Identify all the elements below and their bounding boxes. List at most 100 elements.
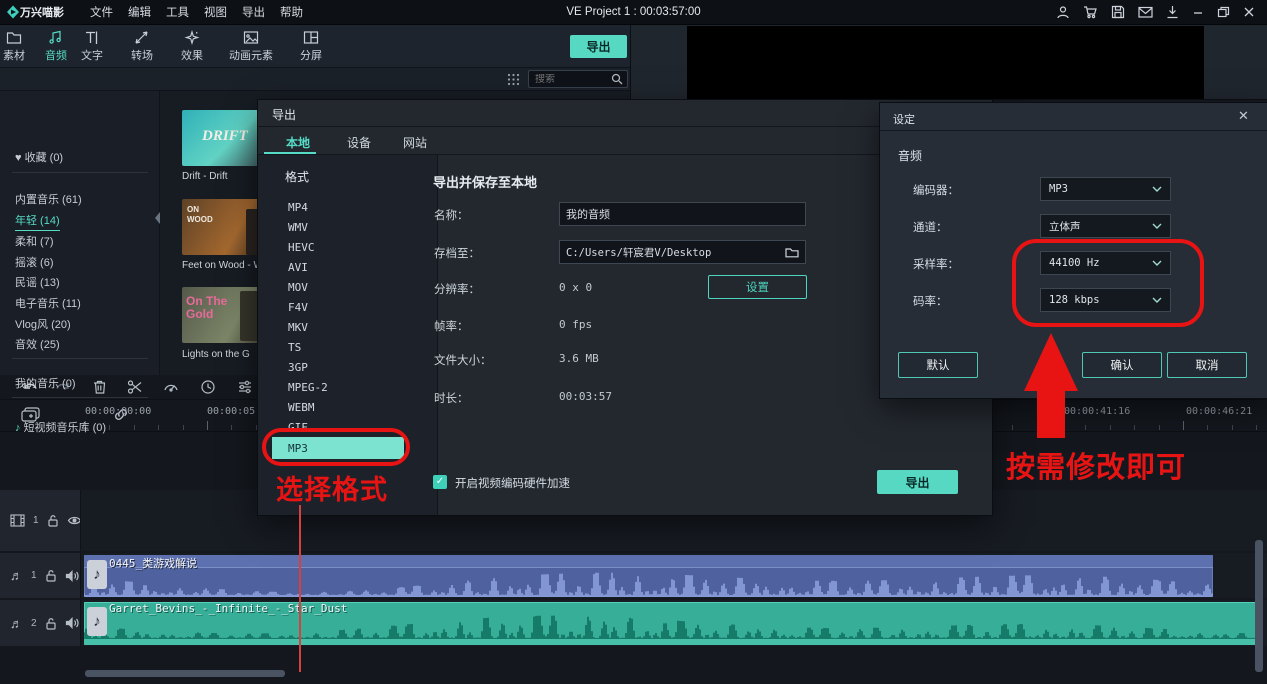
menu-help[interactable]: 帮助 <box>280 4 303 20</box>
sidebar-item-label: 摇滚 (6) <box>15 257 54 269</box>
menu-file[interactable]: 文件 <box>90 4 113 20</box>
lock-icon[interactable] <box>45 569 57 582</box>
speaker-icon[interactable] <box>65 617 79 629</box>
grid-view-icon[interactable] <box>507 73 520 86</box>
format-item[interactable]: MPEG-2 <box>288 381 328 394</box>
speaker-icon[interactable] <box>65 570 79 582</box>
audio-track1-lane[interactable]: ♪ 0445_类游戏解说 <box>80 553 1267 598</box>
track-index: 1 <box>33 515 39 526</box>
split-scissors-icon[interactable] <box>127 379 143 395</box>
project-title: VE Project 1 : 00:03:57:00 <box>566 6 700 18</box>
audio-badge-icon: ♪ <box>87 607 107 636</box>
clip-header-strip <box>84 555 1213 568</box>
tab-transition[interactable]: 转场 <box>114 30 170 63</box>
sidebar-item-builtin-music[interactable]: 内置音乐 (61) <box>15 191 82 207</box>
art-text: ON WOOD <box>187 205 217 224</box>
format-item[interactable]: MKV <box>288 321 308 334</box>
delete-icon[interactable] <box>92 379 107 395</box>
collapse-panel-icon[interactable] <box>155 212 160 224</box>
audio-clip-voiceover[interactable]: ♪ 0445_类游戏解说 <box>84 555 1213 597</box>
cancel-button[interactable]: 取消 <box>1167 352 1247 378</box>
format-item[interactable]: WMV <box>288 221 308 234</box>
split-screen-icon <box>303 30 319 45</box>
sidebar-item-favorites[interactable]: ♥ 收藏 (0) <box>15 149 63 165</box>
restore-icon[interactable] <box>1217 6 1230 18</box>
menu-tools[interactable]: 工具 <box>166 4 189 20</box>
lock-icon[interactable] <box>45 617 57 630</box>
sidebar-item-rock[interactable]: 摇滚 (6) <box>15 254 54 270</box>
sidebar-item-soft[interactable]: 柔和 (7) <box>15 233 54 249</box>
tab-device[interactable]: 设备 <box>347 134 371 151</box>
audio-clip-music[interactable]: ♪ Garret_Bevins_-_Infinite_-_Star_Dust <box>84 602 1256 645</box>
sidebar-item-my-music[interactable]: 我的音乐 (0) <box>15 375 76 391</box>
format-item[interactable]: HEVC <box>288 241 315 254</box>
vertical-scrollbar[interactable] <box>1255 540 1263 672</box>
confirm-button[interactable]: 确认 <box>1082 352 1162 378</box>
tab-website[interactable]: 网站 <box>403 134 427 151</box>
format-item[interactable]: F4V <box>288 301 308 314</box>
encoder-dropdown[interactable]: MP3 <box>1040 177 1171 201</box>
name-field <box>559 202 806 226</box>
export-button[interactable]: 导出 <box>570 35 627 58</box>
tab-elements[interactable]: 动画元素 <box>213 30 289 63</box>
audio-track2-header: ♬ 2 <box>0 600 80 646</box>
tab-text[interactable]: 文字 <box>64 30 120 63</box>
speed-icon[interactable] <box>163 379 179 395</box>
folder-browse-icon[interactable] <box>785 247 805 258</box>
menu-view[interactable]: 视图 <box>204 4 227 20</box>
video-preview[interactable] <box>687 26 1204 99</box>
sidebar-item-label: 年轻 (14) <box>15 215 60 227</box>
bitrate-label: 码率： <box>913 293 948 309</box>
film-icon <box>10 514 25 527</box>
horizontal-scrollbar[interactable] <box>85 670 285 677</box>
clip-title: Garret_Bevins_-_Infinite_-_Star_Dust <box>109 602 347 615</box>
sidebar-item-folk[interactable]: 民谣 (13) <box>15 274 60 290</box>
dialog-export-button[interactable]: 导出 <box>877 470 958 494</box>
menu-edit[interactable]: 编辑 <box>128 4 151 20</box>
mail-icon[interactable] <box>1138 6 1153 18</box>
sidebar-item-short-video-library[interactable]: ♪ 短视频音乐库 (0) <box>15 419 106 435</box>
sidebar-item-sfx[interactable]: 音效 (25) <box>15 336 60 352</box>
search-icon[interactable] <box>611 73 627 85</box>
clip-footer-strip <box>84 639 1256 645</box>
annotation-arrow-up-icon <box>1024 333 1078 391</box>
sidebar-item-label: 收藏 (0) <box>25 152 64 164</box>
art-text: DRIFT <box>202 128 248 145</box>
format-item[interactable]: 3GP <box>288 361 308 374</box>
minimize-icon[interactable] <box>1192 6 1204 18</box>
channel-dropdown[interactable]: 立体声 <box>1040 214 1171 238</box>
format-item[interactable]: AVI <box>288 261 308 274</box>
app-logo-icon <box>5 4 21 20</box>
resolution-settings-button[interactable]: 设置 <box>708 275 807 299</box>
format-item[interactable]: MP4 <box>288 201 308 214</box>
sidebar-item-electronic[interactable]: 电子音乐 (11) <box>15 295 81 311</box>
clip-title: 0445_类游戏解说 <box>109 555 197 571</box>
audio-track2-lane[interactable]: ♪ Garret_Bevins_-_Infinite_-_Star_Dust <box>80 600 1267 646</box>
tab-splitscreen[interactable]: 分屏 <box>283 30 339 63</box>
hw-accel-checkbox[interactable]: ✓ <box>433 475 447 489</box>
search-input[interactable] <box>529 74 611 85</box>
tab-local[interactable]: 本地 <box>286 134 310 151</box>
account-icon[interactable] <box>1056 5 1070 19</box>
adjust-sliders-icon[interactable] <box>237 379 253 395</box>
name-input[interactable] <box>560 208 805 220</box>
tab-effects[interactable]: 效果 <box>164 30 220 63</box>
path-input[interactable] <box>560 246 785 258</box>
tab-label: 效果 <box>181 47 203 63</box>
ruler-timestamp: 00:00:41:16 <box>1064 406 1130 417</box>
close-icon[interactable]: ✕ <box>1238 108 1249 124</box>
active-tab-underline <box>264 152 316 154</box>
sidebar-item-young[interactable]: 年轻 (14) <box>15 212 60 231</box>
cart-icon[interactable] <box>1083 5 1098 19</box>
format-item[interactable]: WEBM <box>288 401 315 414</box>
duration-clock-icon[interactable] <box>200 379 216 395</box>
close-icon[interactable] <box>1243 6 1255 18</box>
format-item[interactable]: MOV <box>288 281 308 294</box>
menu-export[interactable]: 导出 <box>242 4 265 20</box>
lock-icon[interactable] <box>47 514 59 527</box>
sidebar-item-vlog[interactable]: Vlog风 (20) <box>15 316 71 332</box>
save-icon[interactable] <box>1111 5 1125 19</box>
download-icon[interactable] <box>1166 5 1179 19</box>
format-item[interactable]: TS <box>288 341 301 354</box>
default-button[interactable]: 默认 <box>898 352 978 378</box>
